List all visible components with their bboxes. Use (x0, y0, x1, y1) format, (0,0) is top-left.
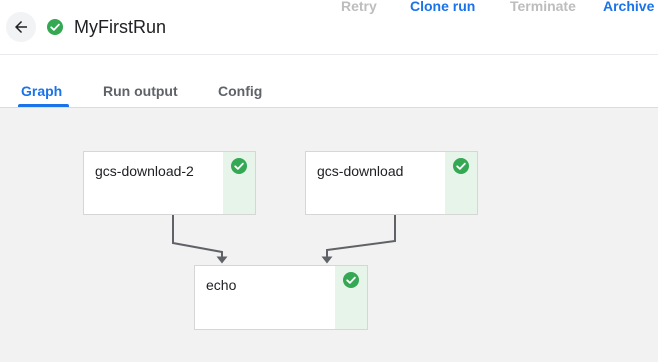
edge-arrowhead (321, 256, 333, 264)
edge-gcs-download-2-to-echo (172, 215, 223, 257)
check-circle-icon (47, 19, 63, 35)
tab-run-output[interactable]: Run output (103, 83, 178, 99)
tab-graph[interactable]: Graph (21, 83, 62, 99)
node-status-success (445, 152, 477, 214)
check-circle-icon (231, 158, 247, 174)
arrow-left-icon (15, 21, 27, 33)
check-circle-icon (453, 158, 469, 174)
run-details-page: MyFirstRun Retry Clone run Terminate Arc… (0, 0, 658, 362)
tab-config[interactable]: Config (218, 83, 262, 99)
run-header: MyFirstRun Retry Clone run Terminate Arc… (0, 0, 658, 54)
clone-run-button[interactable]: Clone run (410, 0, 475, 14)
node-label: echo (206, 277, 237, 293)
tab-bar: Graph Run output Config (0, 55, 658, 107)
edge-arrowhead (216, 256, 228, 264)
graph-canvas[interactable]: gcs-download-2 gcs-download echo (0, 108, 658, 362)
graph-node-echo[interactable]: echo (194, 265, 368, 330)
node-label: gcs-download (317, 163, 404, 179)
graph-node-gcs-download-2[interactable]: gcs-download-2 (83, 151, 256, 215)
edge-gcs-download-to-echo (326, 215, 396, 257)
retry-button[interactable]: Retry (341, 0, 377, 14)
check-circle-icon (343, 272, 359, 288)
archive-button[interactable]: Archive (603, 0, 654, 14)
back-button[interactable] (6, 12, 36, 42)
node-status-success (223, 152, 255, 214)
graph-node-gcs-download[interactable]: gcs-download (305, 151, 478, 215)
page-title: MyFirstRun (74, 17, 167, 37)
terminate-button[interactable]: Terminate (510, 0, 576, 14)
node-status-success (335, 266, 367, 329)
node-label: gcs-download-2 (95, 163, 194, 179)
